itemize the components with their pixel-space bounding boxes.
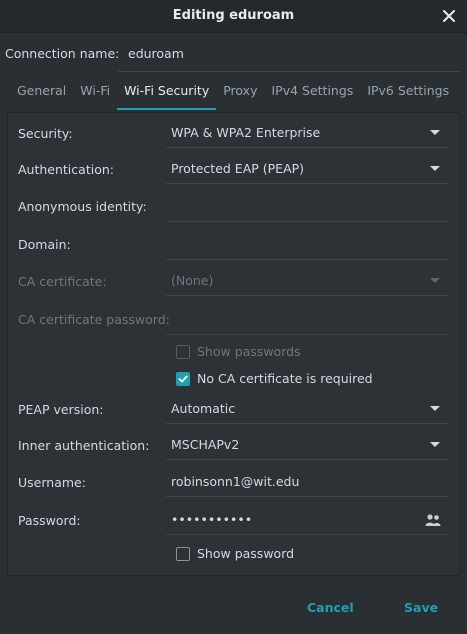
connection-name-label: Connection name: [5, 46, 120, 61]
username-input[interactable]: robinsonn1@wit.edu [166, 467, 449, 497]
ca-certificate-password-input[interactable] [166, 305, 449, 335]
password-storage-icon[interactable] [425, 513, 441, 527]
chevron-down-icon [430, 278, 440, 283]
tab-general[interactable]: General [10, 80, 73, 110]
domain-label: Domain: [18, 237, 71, 252]
show-passwords-label: Show passwords [197, 344, 301, 359]
security-label: Security: [18, 126, 73, 141]
no-ca-certificate-checkbox[interactable]: No CA certificate is required [176, 371, 373, 386]
tab-wifi[interactable]: Wi-Fi [73, 80, 117, 110]
security-select[interactable]: WPA & WPA2 Enterprise [166, 118, 449, 148]
save-button[interactable]: Save [404, 600, 438, 615]
anonymous-identity-label: Anonymous identity: [18, 199, 147, 214]
chevron-down-icon [430, 442, 440, 447]
domain-input[interactable] [166, 230, 449, 260]
window-title: Editing eduroam [172, 8, 295, 23]
anonymous-identity-input[interactable] [166, 192, 449, 222]
show-passwords-checkbox[interactable]: Show passwords [176, 344, 301, 359]
chevron-down-icon [430, 130, 440, 135]
inner-authentication-select[interactable]: MSCHAPv2 [166, 430, 449, 460]
authentication-select[interactable]: Protected EAP (PEAP) [166, 154, 449, 184]
checkbox-unchecked-icon [176, 344, 190, 359]
ca-certificate-password-label: CA certificate password: [18, 312, 170, 327]
chevron-down-icon [430, 166, 440, 171]
password-value: ••••••••••• [171, 512, 253, 527]
peap-version-value: Automatic [171, 401, 236, 416]
connection-name-input[interactable]: eduroam [118, 38, 461, 72]
authentication-label: Authentication: [18, 162, 114, 177]
tab-ipv6-settings[interactable]: IPv6 Settings [360, 80, 456, 110]
ca-certificate-label: CA certificate: [18, 274, 107, 289]
show-password-checkbox[interactable]: Show password [176, 546, 294, 561]
ca-certificate-select[interactable]: (None) [166, 266, 449, 296]
password-input[interactable]: ••••••••••• [166, 505, 449, 535]
checkmark-icon [176, 371, 190, 386]
close-icon[interactable] [437, 4, 461, 28]
tab-ipv4-settings[interactable]: IPv4 Settings [264, 80, 360, 110]
no-ca-certificate-label: No CA certificate is required [197, 371, 373, 386]
tab-bar: General Wi-Fi Wi-Fi Security Proxy IPv4 … [10, 80, 456, 110]
inner-authentication-label: Inner authentication: [18, 438, 150, 453]
title-bar: Editing eduroam [0, 0, 467, 33]
tab-wifi-security[interactable]: Wi-Fi Security [117, 80, 217, 110]
peap-version-label: PEAP version: [18, 402, 104, 417]
checkbox-unchecked-icon [176, 546, 190, 561]
username-label: Username: [18, 475, 86, 490]
chevron-down-icon [430, 406, 440, 411]
show-password-label: Show password [197, 546, 295, 561]
inner-authentication-value: MSCHAPv2 [171, 437, 240, 452]
cancel-button[interactable]: Cancel [307, 600, 354, 615]
ca-certificate-value: (None) [171, 273, 214, 288]
peap-version-select[interactable]: Automatic [166, 394, 449, 424]
security-value: WPA & WPA2 Enterprise [171, 125, 321, 140]
password-label: Password: [18, 513, 81, 528]
authentication-value: Protected EAP (PEAP) [171, 161, 305, 176]
tab-proxy[interactable]: Proxy [216, 80, 264, 110]
